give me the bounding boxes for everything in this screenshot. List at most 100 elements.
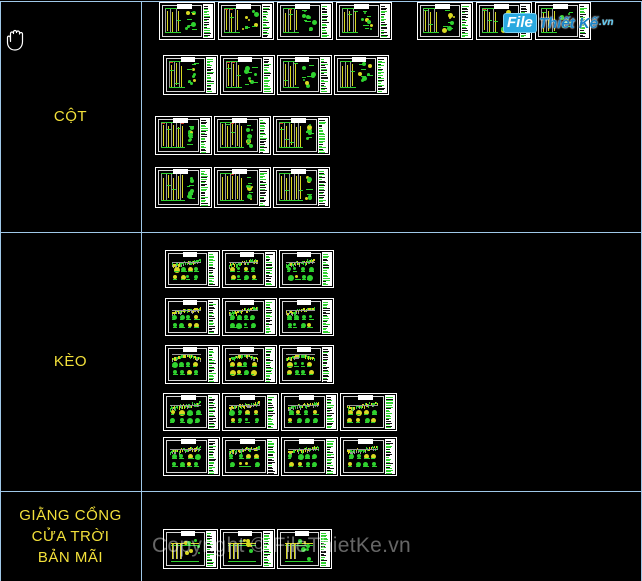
- drawing-sheet-thumbnail[interactable]: [340, 437, 397, 476]
- drawing-sheet-thumbnail[interactable]: [155, 167, 212, 208]
- drawing-stroke: [283, 32, 299, 33]
- drawing-sheet-thumbnail[interactable]: [279, 345, 334, 384]
- sheet-title-bar: [322, 300, 332, 334]
- drawing-sheet-thumbnail[interactable]: [340, 393, 397, 431]
- drawing-stroke: [190, 198, 195, 199]
- sheet-title-bar: [461, 4, 471, 38]
- drawing-sheet-thumbnail[interactable]: [163, 393, 220, 431]
- drawing-detail-mark: [237, 275, 240, 278]
- drawing-sheet-thumbnail[interactable]: [222, 437, 279, 476]
- drawing-stroke: [230, 319, 234, 320]
- drawing-stroke: [372, 414, 377, 415]
- drawing-sheet-thumbnail[interactable]: [417, 2, 473, 40]
- drawing-sheet-thumbnail[interactable]: [277, 2, 333, 40]
- drawing-stroke: [245, 28, 248, 29]
- section-label-line: GIẰNG CỔNG: [19, 506, 122, 524]
- drawing-stroke: [244, 327, 248, 328]
- drawing-stroke: [342, 66, 343, 88]
- drawing-sheet-thumbnail[interactable]: [163, 437, 220, 476]
- sheet-title-block: [181, 395, 196, 400]
- drawing-sheet-thumbnail[interactable]: [214, 167, 271, 208]
- drawing-sheet-thumbnail[interactable]: [334, 55, 389, 95]
- drawing-sheet-thumbnail[interactable]: [279, 298, 334, 336]
- drawing-stroke: [227, 126, 228, 147]
- cad-drawing-viewport[interactable]: CỘT KÈO GIẰNG CỔNG CỬA TRỜI BẢN MÃI File Thi…: [0, 0, 642, 581]
- drawing-stroke: [371, 422, 375, 423]
- drawing-stroke: [252, 279, 257, 280]
- drawing-sheet-thumbnail[interactable]: [218, 2, 274, 40]
- drawing-stroke: [294, 174, 295, 200]
- drawing-stroke: [230, 271, 235, 272]
- drawing-sheet-thumbnail[interactable]: [273, 167, 330, 208]
- drawing-stroke: [166, 174, 167, 200]
- drawing-sheet-thumbnail[interactable]: [220, 55, 275, 95]
- sheet-title-block: [435, 4, 450, 9]
- drawing-sheet-thumbnail[interactable]: [165, 250, 220, 288]
- drawing-stroke: [171, 65, 172, 87]
- drawing-sheet-thumbnail[interactable]: [277, 55, 332, 95]
- drawing-sheet-thumbnail[interactable]: [155, 116, 212, 155]
- drawing-stroke: [356, 422, 360, 423]
- drawing-sheet-thumbnail[interactable]: [220, 529, 275, 569]
- drawing-stroke: [296, 176, 297, 199]
- drawing-stroke: [300, 408, 301, 410]
- drawing-detail-mark: [304, 541, 306, 543]
- drawing-detail-mark: [237, 267, 240, 270]
- drawing-stroke: [232, 124, 233, 145]
- drawing-stroke: [287, 271, 290, 272]
- drawing-stroke: [301, 366, 305, 367]
- drawing-sheet-thumbnail[interactable]: [159, 2, 215, 40]
- drawing-sheet-thumbnail[interactable]: [163, 529, 218, 569]
- drawing-stroke: [298, 174, 299, 200]
- drawing-sheet-thumbnail[interactable]: [222, 393, 279, 431]
- sheet-title-bar: [208, 300, 218, 334]
- drawing-stroke: [309, 30, 312, 31]
- drawing-sheet-thumbnail[interactable]: [279, 250, 334, 288]
- drawing-sheet-canvas: [168, 253, 207, 285]
- drawing-sheet-canvas: [337, 58, 376, 92]
- drawing-stroke: [174, 271, 179, 272]
- drawing-stroke: [238, 422, 241, 423]
- drawing-stroke: [294, 366, 299, 367]
- drawing-stroke: [241, 263, 242, 265]
- drawing-stroke: [295, 544, 296, 559]
- sheet-title-bar: [322, 347, 332, 382]
- drawing-sheet-canvas: [158, 170, 199, 205]
- drawing-sheet-thumbnail[interactable]: [222, 298, 277, 336]
- sheet-title-bar: [321, 4, 331, 38]
- drawing-sheet-thumbnail[interactable]: [214, 116, 271, 155]
- drawing-stroke: [189, 126, 194, 127]
- drawing-stroke: [364, 414, 368, 415]
- drawing-stroke: [230, 466, 234, 467]
- drawing-sheet-thumbnail[interactable]: [336, 2, 392, 40]
- drawing-sheet-thumbnail[interactable]: [222, 345, 277, 384]
- sheet-title-bar: [267, 439, 277, 474]
- drawing-stroke: [249, 192, 253, 193]
- drawing-stroke: [300, 176, 301, 199]
- drawing-stroke: [307, 366, 311, 367]
- drawing-stroke: [309, 374, 313, 375]
- drawing-sheet-thumbnail[interactable]: [273, 116, 330, 155]
- drawing-sheet-thumbnail[interactable]: [165, 345, 220, 384]
- drawing-stroke: [294, 319, 299, 320]
- drawing-sheet-thumbnail[interactable]: [277, 529, 332, 569]
- drawing-stroke: [307, 137, 312, 138]
- drawing-stroke: [248, 135, 252, 136]
- sheet-title-block: [183, 300, 197, 305]
- drawing-sheet-thumbnail[interactable]: [163, 55, 218, 95]
- drawing-stroke: [296, 312, 297, 314]
- drawing-stroke: [287, 366, 292, 367]
- drawing-stroke: [166, 123, 167, 147]
- drawing-stroke: [229, 405, 260, 406]
- sheet-title-bar: [385, 395, 395, 429]
- drawing-sheet-thumbnail[interactable]: [222, 250, 277, 288]
- drawing-sheet-thumbnail[interactable]: [281, 393, 338, 431]
- drawing-sheet-thumbnail[interactable]: [165, 298, 220, 336]
- drawing-stroke: [241, 178, 242, 201]
- sheet-title-bar: [208, 347, 218, 382]
- drawing-detail-mark: [197, 545, 200, 548]
- sheet-title-block: [183, 347, 197, 352]
- drawing-stroke: [257, 360, 258, 362]
- drawing-stroke: [296, 10, 297, 30]
- drawing-sheet-thumbnail[interactable]: [281, 437, 338, 476]
